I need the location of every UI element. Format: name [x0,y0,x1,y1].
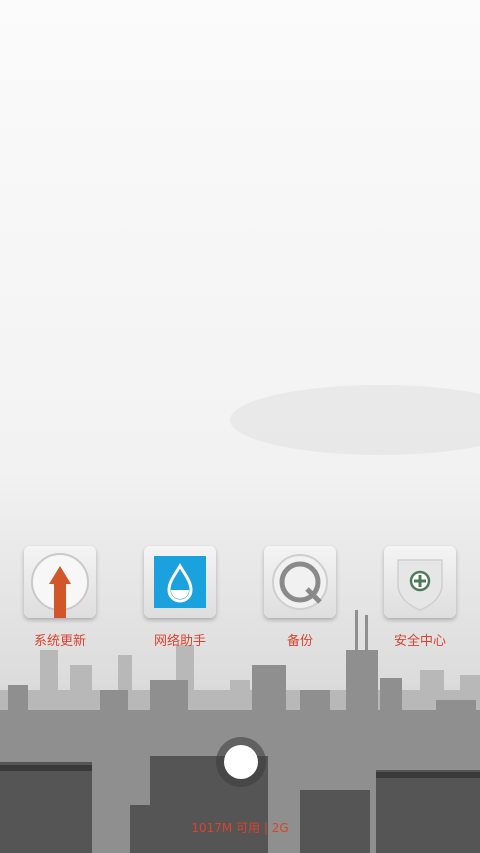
wallpaper [0,0,480,853]
system-update-tile[interactable] [24,546,96,618]
home-circle-icon[interactable] [216,737,266,787]
network-type: 2G [271,821,289,835]
network-assistant-label: 网络助手 [153,634,206,649]
app-network-assistant[interactable]: 网络助手 [125,546,235,649]
security-center-label: 安全中心 [393,634,446,649]
network-assistant-tile[interactable] [144,546,216,618]
shield-plus-icon [397,559,443,611]
system-update-label: 系统更新 [33,634,86,649]
update-arrow-icon [31,553,89,618]
backup-label: 备份 [286,634,313,649]
memory-available: 1017M 可用 [191,821,261,835]
status-separator: | [263,821,268,835]
backup-tile[interactable] [264,546,336,618]
app-system-update[interactable]: 系统更新 [5,546,115,649]
security-center-tile[interactable] [384,546,456,618]
app-backup[interactable]: 备份 [245,546,355,649]
water-drop-icon [154,556,206,608]
app-security-center[interactable]: 安全中心 [365,546,475,649]
backup-dial-icon [272,554,328,610]
memory-status: 1017M 可用 | 2G [0,819,480,836]
